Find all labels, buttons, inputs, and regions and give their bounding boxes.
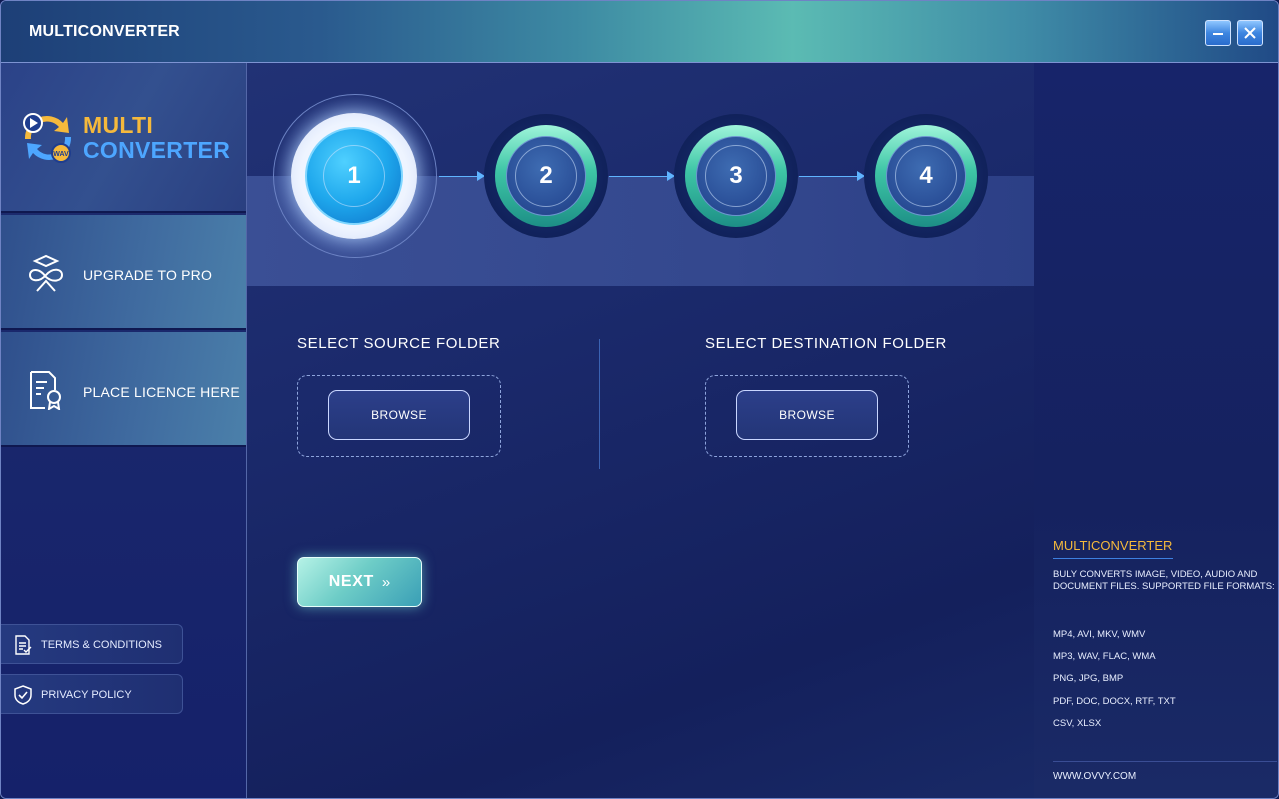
info-panel: MULTICONVERTER BULY CONVERTS IMAGE, VIDE… <box>1034 63 1278 798</box>
double-chevron-right-icon: » <box>381 573 391 591</box>
step-4[interactable]: 4 <box>864 114 988 238</box>
folder-divider <box>599 339 600 469</box>
format-line: PDF, DOC, DOCX, RTF, TXT <box>1053 696 1176 707</box>
next-button[interactable]: NEXT » <box>297 557 422 607</box>
step-3-ring: 3 <box>685 125 787 227</box>
destination-folder-title: SELECT DESTINATION FOLDER <box>705 335 947 352</box>
terms-label: TERMS & CONDITIONS <box>41 639 163 651</box>
main-panel: 1 2 3 4 SELECT SOURCE FOLDER BROWSE SELE… <box>247 63 1034 798</box>
step-2-number: 2 <box>539 162 553 189</box>
logo-icon: WAV <box>23 113 72 163</box>
format-line: MP4, AVI, MKV, WMV <box>1053 629 1146 640</box>
step-1-inner: 1 <box>305 127 403 225</box>
minimize-icon <box>1213 33 1223 35</box>
document-icon <box>15 635 32 655</box>
step-4-number-ring: 4 <box>895 145 957 207</box>
step-connector-1 <box>439 171 485 181</box>
info-separator <box>1053 761 1277 762</box>
step-connector-3 <box>799 171 865 181</box>
privacy-policy-link[interactable]: PRIVACY POLICY <box>1 674 183 714</box>
step-2[interactable]: 2 <box>484 114 608 238</box>
step-3-number-ring: 3 <box>705 145 767 207</box>
step-3-core: 3 <box>696 136 776 216</box>
step-1-number: 1 <box>347 162 361 189</box>
step-3-number: 3 <box>729 162 743 189</box>
sidebar: WAV MULTI CONVERTER UPGRADE TO PRO PLACE… <box>1 63 247 798</box>
step-4-ring: 4 <box>875 125 977 227</box>
step-2-number-ring: 2 <box>515 145 577 207</box>
destination-drop-zone[interactable]: BROWSE <box>705 375 909 457</box>
privacy-label: PRIVACY POLICY <box>41 689 132 701</box>
app-window: MULTICONVERTER WAV MULTI CONVERTER UPGRA… <box>0 0 1279 799</box>
step-1-number-ring: 1 <box>323 145 385 207</box>
format-line: MP3, WAV, FLAC, WMA <box>1053 651 1156 662</box>
info-title-underline <box>1053 558 1173 559</box>
logo-panel: WAV MULTI CONVERTER <box>1 63 246 213</box>
close-icon <box>1244 27 1256 39</box>
sidebar-item-upgrade[interactable]: UPGRADE TO PRO <box>1 215 246 330</box>
licence-document-icon <box>30 371 61 410</box>
minimize-button[interactable] <box>1205 20 1231 46</box>
sidebar-item-licence[interactable]: PLACE LICENCE HERE <box>1 332 246 447</box>
terms-conditions-link[interactable]: TERMS & CONDITIONS <box>1 624 183 664</box>
source-folder-title: SELECT SOURCE FOLDER <box>297 335 501 352</box>
info-description: BULY CONVERTS IMAGE, VIDEO, AUDIO AND DO… <box>1053 569 1275 592</box>
info-title: MULTICONVERTER <box>1053 538 1173 553</box>
logo-text-converter: CONVERTER <box>83 137 231 163</box>
logo-text-multi: MULTI <box>83 112 154 138</box>
infinity-cap-icon <box>28 254 64 292</box>
destination-browse-button[interactable]: BROWSE <box>736 390 878 440</box>
step-3[interactable]: 3 <box>674 114 798 238</box>
step-1[interactable]: 1 <box>291 113 417 239</box>
website-link[interactable]: WWW.OVVY.COM <box>1053 771 1136 782</box>
step-2-ring: 2 <box>495 125 597 227</box>
sidebar-item-label: PLACE LICENCE HERE <box>83 384 240 400</box>
step-connector-2 <box>609 171 675 181</box>
title-bar[interactable]: MULTICONVERTER <box>1 1 1278 63</box>
close-button[interactable] <box>1237 20 1263 46</box>
format-line: PNG, JPG, BMP <box>1053 673 1124 684</box>
sidebar-item-label: UPGRADE TO PRO <box>83 267 213 283</box>
step-2-core: 2 <box>506 136 586 216</box>
shield-check-icon <box>14 685 32 705</box>
format-line: CSV, XLSX <box>1053 718 1102 729</box>
step-4-core: 4 <box>886 136 966 216</box>
window-title: MULTICONVERTER <box>29 23 180 40</box>
logo-badge: WAV <box>53 151 69 158</box>
step-4-number: 4 <box>919 162 933 189</box>
source-drop-zone[interactable]: BROWSE <box>297 375 501 457</box>
source-browse-button[interactable]: BROWSE <box>328 390 470 440</box>
next-label: NEXT <box>328 573 374 590</box>
